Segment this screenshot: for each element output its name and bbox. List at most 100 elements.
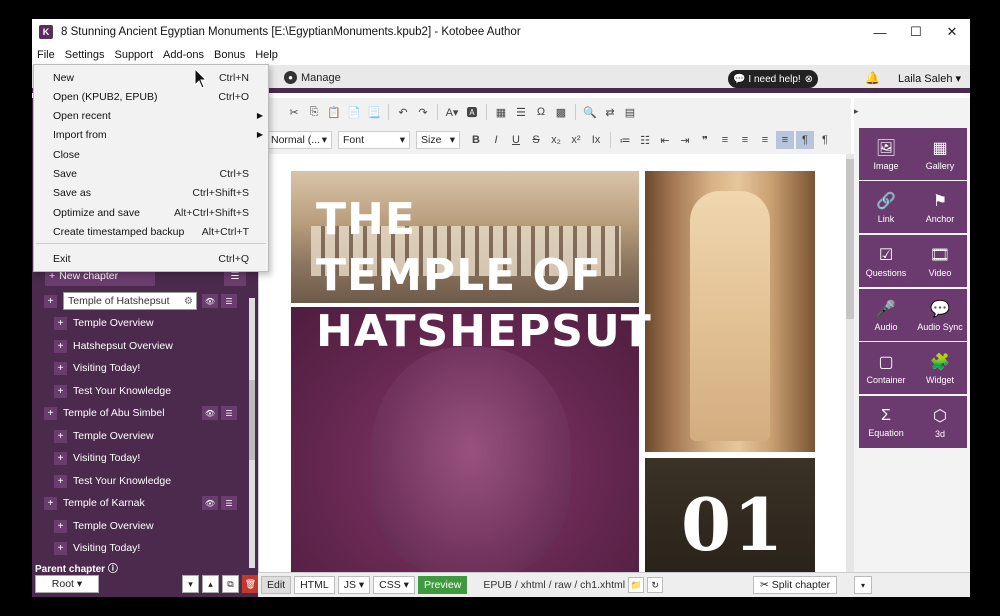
- size-select[interactable]: Size ▾: [416, 131, 460, 149]
- plus-icon[interactable]: +: [44, 406, 57, 420]
- rtl-icon[interactable]: ¶: [816, 131, 834, 149]
- menu-settings[interactable]: Settings: [60, 49, 110, 61]
- undo-icon[interactable]: ↶: [394, 103, 412, 121]
- gear-icon[interactable]: ⚙: [184, 296, 193, 307]
- chapter-row[interactable]: + Visiting Today!: [54, 538, 140, 558]
- superscript-icon[interactable]: x²: [567, 131, 585, 149]
- ltr-icon[interactable]: ¶: [796, 131, 814, 149]
- menu-bonus[interactable]: Bonus: [209, 49, 250, 61]
- editor-page[interactable]: 01 THE TEMPLE OF HATSHEPSUT: [258, 154, 851, 577]
- close-button[interactable]: ✕: [934, 19, 970, 45]
- chapter-row[interactable]: + Visiting Today!: [54, 358, 140, 378]
- bg-color-icon[interactable]: 🅰: [463, 103, 481, 121]
- js-tab[interactable]: JS ▾: [337, 576, 371, 594]
- chapter-row[interactable]: + Temple Overview: [54, 313, 154, 333]
- plus-icon[interactable]: +: [54, 519, 67, 533]
- chapter-row[interactable]: + Hatshepsut Overview: [54, 336, 173, 356]
- close-circle-icon[interactable]: ⊗: [805, 74, 813, 85]
- menu-addons[interactable]: Add-ons: [158, 49, 209, 61]
- menu-item-open-recent[interactable]: Open recent ▶: [34, 106, 268, 125]
- format-select[interactable]: Normal (... ▾: [266, 131, 332, 149]
- justify-icon[interactable]: ≡: [776, 131, 794, 149]
- plus-icon[interactable]: +: [54, 474, 67, 488]
- chapter-row[interactable]: + Temple of Karnak: [44, 493, 145, 513]
- plus-icon[interactable]: +: [54, 316, 67, 330]
- menu-item-exit[interactable]: Exit Ctrl+Q: [34, 249, 268, 268]
- delete-button[interactable]: 🗑: [242, 575, 259, 593]
- bell-icon[interactable]: 🔔: [865, 71, 880, 85]
- table-icon[interactable]: ▦: [492, 103, 510, 121]
- menu-icon[interactable]: ☰: [221, 294, 237, 308]
- parent-chapter-select[interactable]: Root ▾: [35, 575, 99, 593]
- eye-icon[interactable]: 👁: [202, 496, 218, 510]
- bold-icon[interactable]: B: [467, 131, 485, 149]
- widget-audio[interactable]: 🎤 Audio: [859, 289, 913, 341]
- quote-icon[interactable]: ❞: [696, 131, 714, 149]
- hr-icon[interactable]: ☰: [512, 103, 530, 121]
- outdent-icon[interactable]: ⇤: [656, 131, 674, 149]
- eye-icon[interactable]: 👁: [202, 406, 218, 420]
- menu-item-close[interactable]: Close: [34, 145, 268, 164]
- chapter-row[interactable]: + Visiting Today!: [54, 448, 140, 468]
- editor-scroll-thumb[interactable]: [846, 159, 854, 319]
- plus-icon[interactable]: +: [54, 339, 67, 353]
- chapter-number-image[interactable]: 01: [645, 458, 815, 572]
- chapter-row[interactable]: + Temple Overview: [54, 516, 154, 536]
- menu-item-open[interactable]: Open (KPUB2, EPUB) Ctrl+O: [34, 87, 268, 106]
- widget-link[interactable]: 🔗 Link: [859, 181, 913, 233]
- plus-icon[interactable]: +: [54, 451, 67, 465]
- plus-icon[interactable]: +: [54, 429, 67, 443]
- plus-icon[interactable]: +: [44, 496, 57, 510]
- bullet-list-icon[interactable]: ☷: [636, 131, 654, 149]
- paste-word-icon[interactable]: 📃: [365, 103, 383, 121]
- clear-format-icon[interactable]: Ix: [587, 131, 605, 149]
- align-left-icon[interactable]: ≡: [716, 131, 734, 149]
- chapter-row[interactable]: + Temple Overview: [54, 426, 154, 446]
- italic-icon[interactable]: I: [487, 131, 505, 149]
- user-menu[interactable]: Laila Saleh ▾: [898, 72, 961, 85]
- chapter-row[interactable]: + Temple of Abu Simbel: [44, 403, 165, 423]
- indent-icon[interactable]: ⇥: [676, 131, 694, 149]
- move-down-button[interactable]: ▾: [182, 575, 199, 593]
- widget-gallery[interactable]: ▦ Gallery: [913, 128, 967, 180]
- widget-container[interactable]: ▢ Container: [859, 342, 913, 394]
- sidebar-scroll-thumb[interactable]: [249, 380, 255, 460]
- menu-item-optimize[interactable]: Optimize and save Alt+Ctrl+Shift+S: [34, 203, 268, 222]
- copy-button[interactable]: ⧉: [222, 575, 239, 593]
- subscript-icon[interactable]: x₂: [547, 131, 565, 149]
- plus-icon[interactable]: +: [54, 541, 67, 555]
- expand-arrow-icon[interactable]: ▸: [854, 106, 859, 117]
- underline-icon[interactable]: U: [507, 131, 525, 149]
- preview-button[interactable]: Preview: [417, 576, 468, 594]
- html-tab[interactable]: HTML: [294, 576, 335, 594]
- menu-item-save[interactable]: Save Ctrl+S: [34, 164, 268, 183]
- numbered-list-icon[interactable]: ≔: [616, 131, 634, 149]
- move-up-button[interactable]: ▴: [202, 575, 219, 593]
- search-icon[interactable]: 🔍: [581, 103, 599, 121]
- css-tab[interactable]: CSS ▾: [373, 576, 415, 594]
- menu-icon[interactable]: ☰: [221, 496, 237, 510]
- align-right-icon[interactable]: ≡: [756, 131, 774, 149]
- refresh-icon[interactable]: ↻: [647, 577, 664, 593]
- chapter-row[interactable]: + Test Your Knowledge: [54, 471, 171, 491]
- manage-button[interactable]: ● Manage: [284, 71, 341, 84]
- minimize-button[interactable]: —: [862, 19, 898, 45]
- statue-image[interactable]: [645, 171, 815, 452]
- paragraph-icon[interactable]: ▤: [621, 103, 639, 121]
- split-dropdown-button[interactable]: ▾: [854, 576, 872, 594]
- eye-icon[interactable]: 👁: [202, 294, 218, 308]
- paste-text-icon[interactable]: 📄: [345, 103, 363, 121]
- chapter-row[interactable]: + Test Your Knowledge: [54, 381, 171, 401]
- plus-icon[interactable]: +: [54, 361, 67, 375]
- menu-item-save-as[interactable]: Save as Ctrl+Shift+S: [34, 183, 268, 202]
- menu-item-backup[interactable]: Create timestamped backup Alt+Ctrl+T: [34, 222, 268, 241]
- widget-video[interactable]: 🎞 Video: [913, 235, 967, 287]
- align-center-icon[interactable]: ≡: [736, 131, 754, 149]
- widget-questions[interactable]: ☑ Questions: [859, 235, 913, 287]
- qr-icon[interactable]: ▩: [552, 103, 570, 121]
- menu-file[interactable]: File: [32, 49, 60, 61]
- widget-image[interactable]: 🖼 Image: [859, 128, 913, 180]
- paste-icon[interactable]: 📋: [325, 103, 343, 121]
- plus-icon[interactable]: +: [44, 294, 57, 308]
- font-select[interactable]: Font ▾: [338, 131, 410, 149]
